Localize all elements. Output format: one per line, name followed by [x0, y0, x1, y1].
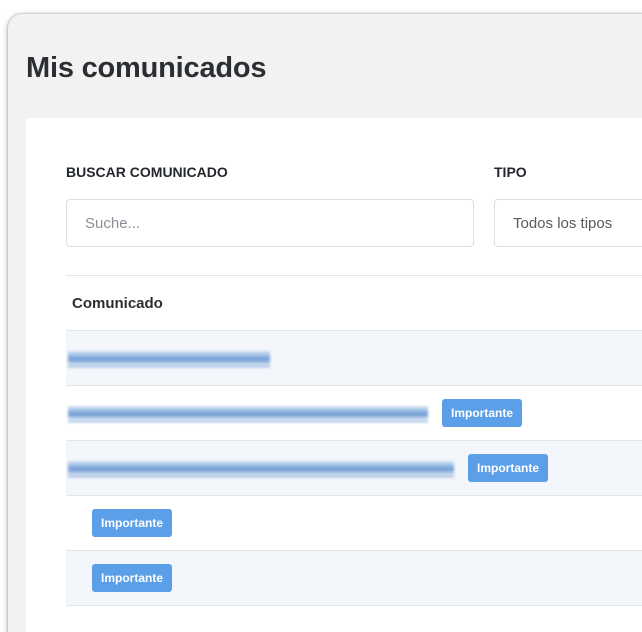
important-badge: Importante — [92, 509, 173, 537]
table-row: Importante — [66, 441, 642, 496]
content-card: BUSCAR COMUNICADO TIPO Todos los tipos C… — [26, 118, 642, 632]
search-input[interactable] — [66, 199, 474, 247]
type-select-value: Todos los tipos — [513, 214, 613, 232]
communication-link[interactable] — [68, 461, 454, 477]
table-row — [66, 331, 642, 386]
search-label: BUSCAR COMUNICADO — [66, 164, 228, 180]
table-row: Importante — [66, 551, 642, 606]
type-label: TIPO — [494, 164, 527, 180]
communication-link[interactable] — [68, 351, 270, 367]
column-header-comunicado: Comunicado — [72, 294, 163, 312]
important-badge: Importante — [468, 454, 549, 482]
type-select[interactable]: Todos los tipos — [494, 199, 642, 247]
app-window: Mis comunicados BUSCAR COMUNICADO TIPO T… — [8, 14, 642, 632]
table-row: Importante — [66, 386, 642, 441]
page-title: Mis comunicados — [26, 52, 267, 84]
table-header: Comunicado — [66, 275, 642, 331]
communications-table: Comunicado Importante Importante Importa… — [66, 275, 642, 606]
communication-link[interactable] — [68, 406, 428, 422]
important-badge: Importante — [442, 399, 523, 427]
table-row: Importante — [66, 496, 642, 551]
important-badge: Importante — [92, 564, 173, 592]
